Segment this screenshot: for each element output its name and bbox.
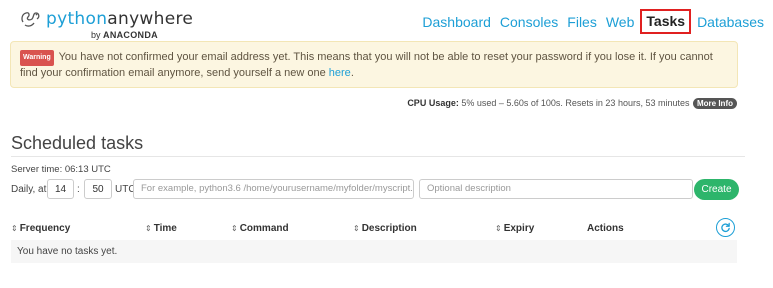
tasks-table-header: ⇕ Frequency ⇕ Time ⇕ Command ⇕ Description ⇕…: [11, 218, 745, 237]
command-input[interactable]: For example, python3.6 /home/yourusernam…: [133, 179, 414, 199]
nav-web[interactable]: Web: [606, 14, 635, 30]
column-time[interactable]: ⇕ Time: [145, 223, 177, 234]
minute-input[interactable]: 50: [84, 179, 112, 199]
logo-anywhere-text: anywhere: [107, 9, 194, 29]
nav-consoles[interactable]: Consoles: [500, 14, 558, 30]
description-input[interactable]: Optional description: [419, 179, 693, 199]
email-warning-alert: Warning You have not confirmed your emai…: [10, 41, 738, 88]
title-divider: [11, 156, 745, 157]
column-frequency[interactable]: ⇕ Frequency: [11, 223, 70, 234]
sort-icon: ⇕: [353, 224, 360, 233]
nav-files[interactable]: Files: [567, 14, 597, 30]
nav-tasks[interactable]: Tasks: [640, 9, 692, 34]
cpu-usage-value: 5% used – 5.60s of 100s. Resets in 23 ho…: [461, 98, 690, 108]
hour-input[interactable]: 14: [47, 179, 74, 199]
column-expiry-label: Expiry: [503, 223, 535, 234]
top-nav: Dashboard Consoles Files Web Tasks Datab…: [413, 9, 764, 34]
column-description[interactable]: ⇕ Description: [353, 223, 417, 234]
pythonanywhere-logo[interactable]: pythonanywhere by ANACONDA: [20, 9, 193, 45]
snake-logo-icon: [21, 12, 40, 27]
sort-icon: ⇕: [495, 224, 502, 233]
logo-company-text: ANACONDA: [103, 30, 158, 40]
column-command[interactable]: ⇕ Command: [231, 223, 289, 234]
column-description-label: Description: [361, 223, 417, 234]
refresh-button[interactable]: [716, 218, 735, 237]
more-info-button[interactable]: More Info: [693, 98, 737, 109]
column-frequency-label: Frequency: [19, 223, 71, 234]
warning-badge: Warning: [20, 50, 54, 66]
refresh-icon: [721, 222, 730, 233]
cpu-usage: CPU Usage: 5% used – 5.60s of 100s. Rese…: [407, 98, 737, 109]
page-title: Scheduled tasks: [11, 133, 144, 153]
new-task-form: Daily, at 14 : 50 UTC For example, pytho…: [11, 179, 739, 201]
empty-tasks-message: You have no tasks yet.: [17, 246, 118, 257]
alert-body: Warning You have not confirmed your emai…: [20, 50, 727, 80]
time-colon: :: [77, 184, 80, 195]
alert-end-punctuation: .: [350, 67, 354, 79]
empty-tasks-row: You have no tasks yet.: [11, 240, 737, 263]
logo-by-text: by: [91, 30, 101, 40]
server-time: Server time: 06:13 UTC: [11, 164, 111, 175]
nav-dashboard[interactable]: Dashboard: [422, 14, 491, 30]
logo-python-text: python: [46, 9, 108, 29]
column-command-label: Command: [239, 223, 289, 234]
sort-icon: ⇕: [145, 224, 152, 233]
daily-at-label: Daily, at: [11, 184, 47, 195]
alert-text: You have not confirmed your email addres…: [20, 51, 713, 79]
column-actions: Actions: [587, 223, 624, 234]
logo-byline: by ANACONDA: [91, 30, 158, 40]
cpu-usage-label: CPU Usage:: [407, 98, 459, 108]
resend-confirmation-link[interactable]: here: [329, 67, 351, 79]
sort-icon: ⇕: [231, 224, 238, 233]
column-expiry[interactable]: ⇕ Expiry: [495, 223, 534, 234]
create-button[interactable]: Create: [694, 179, 739, 200]
column-time-label: Time: [153, 223, 177, 234]
logo-wordmark: pythonanywhere: [46, 9, 193, 29]
sort-icon: ⇕: [11, 224, 18, 233]
nav-databases[interactable]: Databases: [697, 14, 764, 30]
